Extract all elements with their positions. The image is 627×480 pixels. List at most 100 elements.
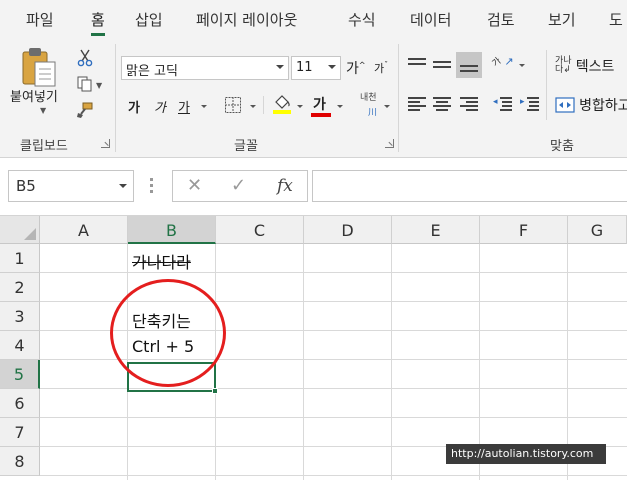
format-painter-button[interactable]: [74, 100, 96, 120]
font-size-select[interactable]: 11: [291, 56, 341, 80]
row-header-8[interactable]: 8: [0, 447, 40, 476]
row-header-4[interactable]: 4: [0, 331, 40, 360]
merge-center-button[interactable]: 병합하고: [555, 95, 627, 115]
chevron-down-icon: [328, 65, 336, 69]
name-box[interactable]: B5: [8, 170, 134, 202]
column-header-e[interactable]: E: [392, 216, 480, 244]
wrap-text-button[interactable]: 가나 다↲ 텍스트: [555, 56, 614, 76]
gridline: [391, 244, 392, 480]
tab-insert[interactable]: 삽입: [135, 9, 163, 30]
align-left-button[interactable]: [408, 96, 426, 112]
shrink-font-label: 가: [374, 62, 385, 75]
fill-handle[interactable]: [212, 388, 218, 394]
group-separator: [398, 44, 399, 152]
copy-button[interactable]: [74, 74, 96, 94]
tab-formulas[interactable]: 수식: [348, 9, 376, 30]
row-header-6[interactable]: 6: [0, 389, 40, 418]
borders-dropdown-caret[interactable]: [250, 105, 256, 108]
gridline: [40, 417, 627, 418]
format-painter-icon: [77, 102, 93, 118]
underline-button[interactable]: 가: [178, 97, 190, 116]
cut-button[interactable]: [74, 48, 96, 68]
paste-label[interactable]: 붙여넣기: [10, 86, 58, 105]
font-group-label: 글꼴: [234, 139, 258, 154]
font-color-label: 가: [313, 97, 326, 113]
paint-bucket-icon: [273, 95, 291, 114]
increase-indent-button[interactable]: ▸: [520, 96, 539, 112]
scissors-icon: [77, 49, 93, 67]
clipboard-group-label: 클립보드: [20, 139, 68, 154]
tab-home[interactable]: 홈: [91, 9, 105, 36]
shrink-font-button[interactable]: 가ˇ: [374, 60, 388, 76]
row-header-2[interactable]: 2: [0, 273, 40, 302]
tab-more[interactable]: 도: [609, 9, 623, 30]
cell-b1[interactable]: 가나다라: [132, 249, 191, 273]
arrow-right-icon: ▸: [520, 97, 525, 107]
tab-data[interactable]: 데이터: [410, 9, 451, 30]
paste-icon: [22, 48, 56, 87]
column-header-f[interactable]: F: [480, 216, 568, 244]
formula-buttons: ✕ ✓ fx: [172, 170, 308, 202]
name-box-value: B5: [16, 177, 36, 195]
worksheet-grid: A B C D E F G 1 2 3 4 5 6 7 8 가나다라 단축키는 …: [0, 216, 627, 480]
fill-color-button[interactable]: [271, 93, 293, 114]
paste-dropdown-caret[interactable]: ▼: [40, 106, 46, 115]
column-header-g[interactable]: G: [568, 216, 627, 244]
align-right-button[interactable]: [460, 96, 478, 112]
font-name-value: 맑은 고딕: [126, 64, 178, 79]
align-top-button[interactable]: [408, 56, 426, 72]
underline-dropdown-caret[interactable]: [201, 105, 207, 108]
font-size-value: 11: [296, 60, 313, 75]
enter-icon[interactable]: ✓: [231, 175, 246, 196]
formula-bar: B5 ✕ ✓ fx: [0, 158, 627, 216]
clipboard-launcher-icon[interactable]: [101, 139, 110, 148]
tab-page-layout[interactable]: 페이지 레이아웃: [196, 9, 297, 30]
orientation-dropdown-caret[interactable]: [519, 64, 525, 67]
mini-separator: [263, 96, 264, 114]
fill-color-dropdown-caret[interactable]: [297, 105, 303, 108]
wrap-text-icon: 가나 다↲: [555, 56, 572, 75]
tab-file[interactable]: 파일: [26, 9, 54, 30]
merge-cells-icon: [555, 97, 575, 113]
italic-button[interactable]: 가: [154, 97, 166, 116]
font-name-select[interactable]: 맑은 고딕: [121, 56, 289, 80]
align-center-button[interactable]: [433, 96, 451, 112]
tab-view[interactable]: 보기: [548, 9, 576, 30]
copy-dropdown-caret[interactable]: ▼: [96, 81, 102, 90]
formula-input[interactable]: [312, 170, 627, 202]
ribbon-tab-bar: 파일 홈 삽입 페이지 레이아웃 수식 데이터 검토 보기 도: [0, 0, 627, 38]
decrease-indent-button[interactable]: ◂: [493, 96, 512, 112]
tab-review[interactable]: 검토: [487, 9, 515, 30]
paste-button[interactable]: [20, 46, 60, 88]
column-header-b[interactable]: B: [128, 216, 216, 244]
column-header-d[interactable]: D: [304, 216, 392, 244]
font-color-dropdown-caret[interactable]: [337, 105, 343, 108]
arrow-up-icon: ^: [358, 60, 366, 70]
borders-button[interactable]: [222, 95, 244, 115]
insert-function-button[interactable]: fx: [277, 176, 293, 196]
align-bottom-button[interactable]: [456, 52, 482, 78]
font-color-swatch: [311, 113, 331, 117]
phonetic-button[interactable]: 내천: [360, 94, 377, 103]
row-header-5[interactable]: 5: [0, 360, 40, 389]
row-header-3[interactable]: 3: [0, 302, 40, 331]
font-launcher-icon[interactable]: [385, 139, 394, 148]
align-middle-button[interactable]: [433, 56, 451, 72]
column-header-c[interactable]: C: [216, 216, 304, 244]
row-header-7[interactable]: 7: [0, 418, 40, 447]
orientation-button[interactable]: 가 ↗: [491, 54, 520, 78]
select-all-button[interactable]: [0, 216, 40, 244]
ribbon-home: 붙여넣기 ▼ ▼ 클립보드 맑은 고딕 11 가^ 가ˇ 가 가 가 가 내천 …: [0, 38, 627, 158]
column-header-a[interactable]: A: [40, 216, 128, 244]
cancel-icon[interactable]: ✕: [187, 175, 202, 196]
bold-button[interactable]: 가: [128, 97, 140, 116]
formula-bar-grip[interactable]: [150, 178, 153, 194]
annotation-circle: [110, 279, 226, 387]
row-header-1[interactable]: 1: [0, 244, 40, 273]
gridline: [40, 475, 627, 476]
mini-separator: [546, 50, 547, 120]
font-color-button[interactable]: 가: [313, 94, 326, 114]
diagonal-arrow-icon: ↗: [504, 55, 514, 68]
phonetic-dropdown-caret[interactable]: [384, 105, 390, 108]
grow-font-button[interactable]: 가^: [346, 58, 366, 78]
